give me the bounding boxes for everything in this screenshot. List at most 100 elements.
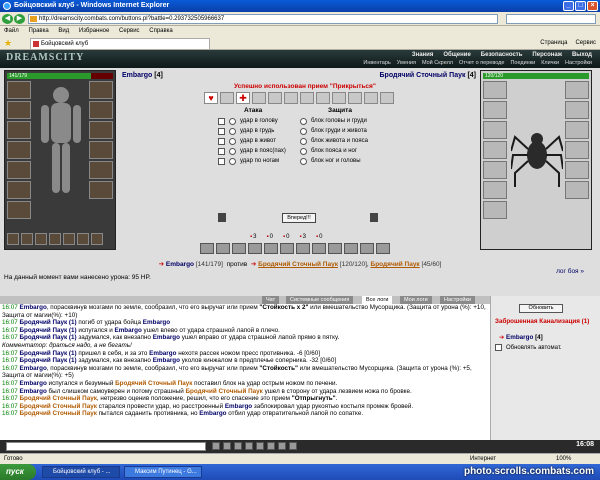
defense-option[interactable]: блок пояса и ног bbox=[300, 146, 368, 156]
action-icon[interactable] bbox=[296, 243, 310, 254]
belt-item-slot[interactable] bbox=[49, 233, 61, 245]
action-icon[interactable] bbox=[232, 243, 246, 254]
versus-enemy2[interactable]: Бродячий Паук bbox=[371, 261, 420, 268]
checkbox[interactable] bbox=[218, 137, 225, 145]
enemy-link[interactable]: Бродячий Сточный Паук bbox=[186, 388, 263, 395]
player-link[interactable]: Embargo bbox=[153, 334, 180, 341]
trick-slot[interactable] bbox=[380, 92, 394, 104]
helmet-slot[interactable] bbox=[7, 81, 31, 99]
link-battles[interactable]: Поединки bbox=[510, 60, 535, 66]
attack-option[interactable]: удар в грудь bbox=[218, 126, 286, 136]
chat-tool-icon[interactable] bbox=[289, 442, 297, 450]
action-icon[interactable] bbox=[312, 243, 326, 254]
tools-menu[interactable]: Сервис bbox=[575, 38, 596, 48]
defense-option[interactable]: блок груди и живота bbox=[300, 126, 368, 136]
checkbox[interactable] bbox=[218, 127, 225, 135]
attack-option[interactable]: удар по ногам bbox=[218, 156, 286, 166]
player-link[interactable]: Embargo bbox=[20, 365, 47, 372]
player-name[interactable]: Embargo [4] bbox=[122, 72, 163, 79]
trick-slot[interactable] bbox=[332, 92, 346, 104]
player-link[interactable]: Бродячий Паук (1) bbox=[20, 357, 77, 364]
trick-slot[interactable] bbox=[300, 92, 314, 104]
checkbox[interactable] bbox=[218, 157, 225, 165]
chat-tool-icon[interactable] bbox=[223, 442, 231, 450]
radio[interactable] bbox=[229, 157, 236, 165]
go-button[interactable]: Вперед!!! bbox=[282, 213, 316, 223]
link-nicknames[interactable]: Клички bbox=[541, 60, 559, 66]
auto-refresh-option[interactable]: Обновлять автомат. bbox=[495, 344, 562, 351]
tab-all-logs[interactable]: Все логи bbox=[362, 296, 393, 304]
belt-item-slot[interactable] bbox=[7, 233, 19, 245]
menu-help[interactable]: Справка bbox=[149, 28, 173, 34]
menu-tools[interactable]: Сервис bbox=[119, 28, 140, 34]
ring-slot[interactable] bbox=[89, 101, 113, 119]
player-link[interactable]: Бродячий Паук (1) bbox=[20, 350, 77, 357]
trick-slot[interactable] bbox=[364, 92, 378, 104]
bracer-slot[interactable] bbox=[7, 181, 31, 199]
belt-item-slot[interactable] bbox=[77, 233, 89, 245]
action-icon[interactable] bbox=[216, 243, 230, 254]
radio[interactable] bbox=[300, 137, 307, 145]
defense-option[interactable]: блок головы и груди bbox=[300, 116, 368, 126]
enemy-link[interactable]: Бродячий Сточный Паук bbox=[115, 380, 192, 387]
close-button[interactable]: × bbox=[587, 1, 598, 11]
chat-tool-icon[interactable] bbox=[267, 442, 275, 450]
radio[interactable] bbox=[229, 127, 236, 135]
favorites-star-icon[interactable]: ★ bbox=[4, 38, 12, 49]
earring-slot[interactable] bbox=[89, 81, 113, 99]
player-link[interactable]: Embargo bbox=[153, 357, 180, 364]
action-icon[interactable] bbox=[376, 243, 390, 254]
radio[interactable] bbox=[300, 117, 307, 125]
link-transfer-report[interactable]: Отчет о переводе bbox=[459, 60, 504, 66]
defense-option[interactable]: блок живота и пояса bbox=[300, 136, 368, 146]
versus-player[interactable]: Embargo bbox=[166, 261, 194, 268]
trick-slot[interactable] bbox=[348, 92, 362, 104]
belt-item-slot[interactable] bbox=[91, 233, 103, 245]
player-link[interactable]: Embargo bbox=[20, 304, 47, 311]
link-character[interactable]: Персонаж bbox=[532, 52, 562, 58]
menu-favorites[interactable]: Избранное bbox=[79, 28, 109, 34]
weapon-slot[interactable] bbox=[7, 121, 31, 139]
menu-view[interactable]: Вид bbox=[58, 28, 69, 34]
player-link[interactable]: Embargo bbox=[20, 388, 47, 395]
minimize-button[interactable]: _ bbox=[563, 1, 574, 11]
pants-slot[interactable] bbox=[89, 161, 113, 179]
link-communication[interactable]: Общение bbox=[443, 52, 470, 58]
defense-option[interactable]: блок ног и головы bbox=[300, 156, 368, 166]
attack-option[interactable]: удар в пояс(пах) bbox=[218, 146, 286, 156]
link-inventory[interactable]: Инвентарь bbox=[363, 60, 390, 66]
refresh-button[interactable]: Обновить bbox=[519, 304, 563, 313]
auto-refresh-checkbox[interactable] bbox=[495, 344, 502, 351]
player-link[interactable]: Embargo bbox=[225, 403, 252, 410]
tab-chat[interactable]: Чат bbox=[262, 296, 280, 304]
chat-tool-icon[interactable] bbox=[234, 442, 242, 450]
belt-item-slot[interactable] bbox=[63, 233, 75, 245]
action-icon[interactable] bbox=[248, 243, 262, 254]
action-icon[interactable] bbox=[200, 243, 214, 254]
radio[interactable] bbox=[229, 147, 236, 155]
trick-slot[interactable] bbox=[284, 92, 298, 104]
radio[interactable] bbox=[300, 147, 307, 155]
player-link[interactable]: Бродячий Паук (1) bbox=[20, 327, 77, 334]
location-player[interactable]: ➔ Embargo [4] bbox=[499, 334, 543, 341]
attack-option[interactable]: удар в живот bbox=[218, 136, 286, 146]
shield-slot[interactable] bbox=[89, 141, 113, 159]
action-icon[interactable] bbox=[280, 243, 294, 254]
belt-item-slot[interactable] bbox=[35, 233, 47, 245]
player-link[interactable]: Бродячий Паук (1) bbox=[20, 334, 77, 341]
link-security[interactable]: Безопасность bbox=[481, 52, 523, 58]
link-settings[interactable]: Настройки bbox=[565, 60, 592, 66]
armor-slot[interactable] bbox=[7, 141, 31, 159]
menu-file[interactable]: Файл bbox=[4, 28, 19, 34]
link-skills[interactable]: Умения bbox=[397, 60, 416, 66]
player-link[interactable]: Embargo bbox=[115, 327, 142, 334]
heart-icon[interactable]: ♥ bbox=[204, 92, 218, 104]
boots-slot[interactable] bbox=[7, 201, 31, 219]
action-icon[interactable] bbox=[344, 243, 358, 254]
trick-slot[interactable] bbox=[220, 92, 234, 104]
chat-tool-icon[interactable] bbox=[256, 442, 264, 450]
chat-tool-icon[interactable] bbox=[278, 442, 286, 450]
enemy-link[interactable]: Бродячий Сточный Паук bbox=[20, 410, 97, 417]
taskbar-item-chat[interactable]: Максим Путинец - G... bbox=[124, 466, 202, 478]
player-link[interactable]: Бродячий Паук (1) bbox=[20, 319, 77, 326]
